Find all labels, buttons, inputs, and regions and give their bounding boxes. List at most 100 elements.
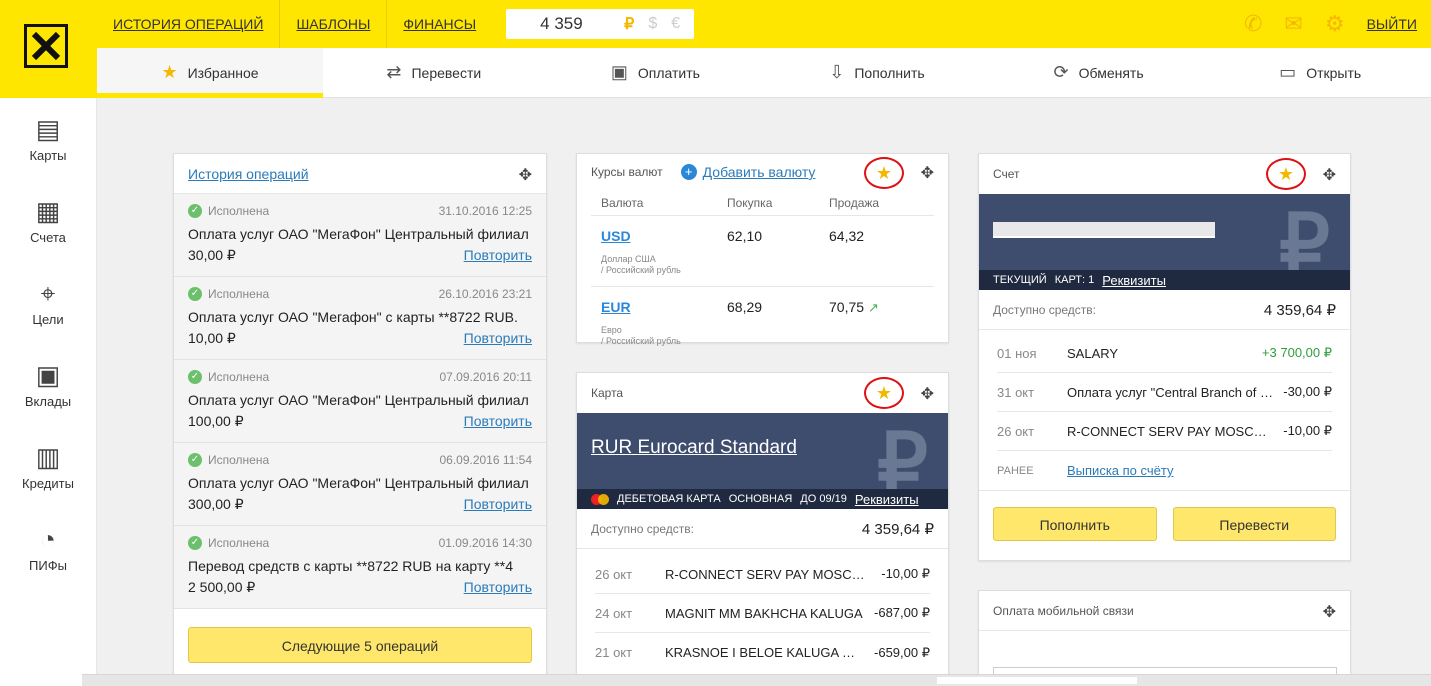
transaction-row[interactable]: 24 окт MAGNIT MM BAKHCHA KALUGA -687,00 ₽ (595, 594, 930, 633)
action-favorites[interactable]: ★ Избранное (97, 48, 323, 98)
action-topup[interactable]: ⇩ Пополнить (766, 48, 988, 97)
account-available: Доступно средств: 4 359,64 ₽ (979, 290, 1350, 330)
history-title-link[interactable]: История операций (188, 166, 309, 182)
available-label: Доступно средств: (993, 302, 1096, 317)
repeat-link[interactable]: Повторить (464, 496, 532, 513)
history-description: Оплата услуг ОАО "Мегафон" с карты **872… (188, 309, 518, 325)
history-date: 01.09.2016 14:30 (438, 536, 532, 550)
history-amount: 300,00 ₽ (188, 496, 244, 512)
gear-icon[interactable]: ⚙ (1325, 11, 1345, 37)
scrollbar-thumb[interactable] (937, 677, 1137, 684)
transaction-row[interactable]: 21 окт KRASNOE I BELOE KALUGA RUS -659,00 … (595, 633, 930, 672)
repeat-link[interactable]: Повторить (464, 247, 532, 264)
sidebar-item-accounts[interactable]: ▦ Счета (0, 180, 96, 262)
favorite-star-toggle[interactable]: ★ (864, 377, 904, 409)
action-open[interactable]: ▭ Открыть (1209, 48, 1431, 97)
account-banner[interactable]: ₽ ТЕКУЩИЙ КАРТ: 1 Реквизиты (979, 194, 1350, 290)
safe-icon: ▣ (35, 359, 61, 390)
sidebar-item-cards[interactable]: ▤ Карты (0, 98, 96, 180)
card-info-strip: ДЕБЕТОВАЯ КАРТА ОСНОВНАЯ ДО 09/19 Реквиз… (577, 489, 948, 509)
currency-rub-toggle[interactable]: ₽ (624, 14, 634, 34)
star-icon: ★ (875, 382, 893, 403)
sidebar-item-label: Цели (32, 311, 64, 327)
history-item[interactable]: ✓ Исполнена 06.09.2016 11:54 Оплата услуг … (174, 443, 546, 526)
sidebar-item-credits[interactable]: ▥ Кредиты (0, 426, 96, 508)
balance-box: 4 359 ₽ $ € (506, 9, 695, 39)
next-operations-button[interactable]: Следующие 5 операций (188, 627, 532, 663)
favorite-star-toggle[interactable]: ★ (864, 157, 904, 189)
transaction-row[interactable]: 01 ноя SALARY +3 700,00 ₽ (997, 334, 1332, 373)
currency-eur-toggle[interactable]: € (671, 15, 680, 33)
repeat-link[interactable]: Повторить (464, 413, 532, 430)
sidebar: ▤ Карты ▦ Счета ⌖ Цели ▣ Вклады ▥ Кредит… (0, 98, 97, 686)
tx-amount: -659,00 ₽ (874, 644, 930, 660)
cards-icon: ▤ (35, 113, 61, 144)
history-date: 31.10.2016 12:25 (438, 204, 532, 218)
add-currency-link[interactable]: + Добавить валюту (680, 164, 815, 180)
move-icon[interactable]: ✥ (1323, 602, 1336, 622)
move-icon[interactable]: ✥ (1323, 165, 1336, 185)
action-label: Обменять (1078, 64, 1144, 81)
move-icon[interactable]: ✥ (519, 165, 532, 185)
sidebar-item-funds[interactable]: ◔ ПИФы (0, 508, 96, 590)
history-item[interactable]: ✓ Исполнена 26.10.2016 23:21 Оплата услуг … (174, 277, 546, 360)
account-buttons: Пополнить Перевести (979, 490, 1350, 557)
earlier-label: РАНЕЕ (997, 464, 1034, 477)
topup-icon: ⇩ (829, 62, 845, 82)
tx-name: R-CONNECT SERV PAY MOSCOW (665, 566, 874, 582)
action-transfer[interactable]: ⇄ Перевести (323, 48, 545, 97)
card-expiry: ДО 09/19 (800, 493, 847, 505)
account-details-link[interactable]: Реквизиты (1102, 273, 1166, 288)
sidebar-item-goals[interactable]: ⌖ Цели (0, 262, 96, 344)
credit-icon: ▥ (35, 441, 61, 472)
nav-templates-link[interactable]: ШАБЛОНЫ (280, 0, 388, 48)
tx-amount: +3 700,00 ₽ (1261, 345, 1332, 360)
action-label: Оплатить (637, 64, 700, 81)
topup-button[interactable]: Пополнить (993, 507, 1157, 541)
favorite-star-toggle[interactable]: ★ (1266, 158, 1306, 190)
transaction-row[interactable]: 26 окт R-CONNECT SERV PAY MOSCOW -10,00 ₽ (595, 555, 930, 594)
repeat-link[interactable]: Повторить (464, 330, 532, 347)
history-item[interactable]: ✓ Исполнена 31.10.2016 12:25 Оплата услуг … (174, 194, 546, 277)
history-item[interactable]: ✓ Исполнена 07.09.2016 20:11 Оплата услуг … (174, 360, 546, 443)
balance-amount: 4 359 (540, 14, 583, 33)
mobile-title: Оплата мобильной связи (993, 603, 1134, 618)
transfer-button[interactable]: Перевести (1172, 507, 1336, 541)
horizontal-scrollbar[interactable] (82, 674, 1431, 686)
col-currency: Валюта (601, 195, 644, 210)
sidebar-item-deposits[interactable]: ▣ Вклады (0, 344, 96, 426)
nav-finance-link[interactable]: ФИНАНСЫ (387, 0, 492, 48)
history-item[interactable]: ✓ Исполнена 01.09.2016 14:30 Перевод средс… (174, 526, 546, 609)
action-exchange[interactable]: ⟳ Обменять (988, 48, 1210, 97)
statement-link[interactable]: Выписка по счёту (1067, 463, 1173, 478)
currency-usd-toggle[interactable]: $ (648, 15, 657, 33)
account-transactions: 01 ноя SALARY +3 700,00 ₽ 31 окт Оплата усл… (979, 330, 1350, 490)
sidebar-item-label: Вклады (24, 393, 72, 409)
transaction-row[interactable]: 31 окт Оплата услуг "Central Branch of PJ… (997, 373, 1332, 412)
currency-code[interactable]: EUR (601, 299, 727, 315)
currency-code[interactable]: USD (601, 228, 727, 244)
history-description: Оплата услуг ОАО "МегаФон" Центральный ф… (188, 475, 529, 491)
mobile-payment-widget: Оплата мобильной связи ✥ (978, 590, 1351, 686)
history-status: Исполнена (208, 453, 270, 467)
mail-icon[interactable]: ✉ (1284, 11, 1302, 37)
tx-date: 26 окт (997, 423, 1035, 439)
tx-amount: -30,00 ₽ (1283, 384, 1332, 399)
move-icon[interactable]: ✥ (921, 163, 934, 183)
exit-link[interactable]: ВЫЙТИ (1367, 16, 1417, 32)
transaction-row[interactable]: 26 окт R-CONNECT SERV PAY MOSCOW -10,00 ₽ (997, 412, 1332, 451)
card-details-link[interactable]: Реквизиты (855, 492, 919, 507)
history-description: Оплата услуг ОАО "МегаФон" Центральный ф… (188, 226, 529, 242)
phone-icon[interactable]: ✆ (1244, 11, 1262, 37)
tx-date: 24 окт (595, 605, 633, 621)
rates-row: EUR Евро / Российский рубль 68,29 70,75 ↗ (591, 287, 934, 358)
repeat-link[interactable]: Повторить (464, 579, 532, 596)
card-name[interactable]: RUR Eurocard Standard (591, 437, 797, 459)
check-icon: ✓ (188, 453, 202, 467)
bank-logo[interactable] (24, 24, 68, 68)
move-icon[interactable]: ✥ (921, 384, 934, 404)
nav-history-link[interactable]: ИСТОРИЯ ОПЕРАЦИЙ (97, 0, 281, 48)
action-pay[interactable]: ▣ Оплатить (545, 48, 767, 97)
currency-name: Евро (601, 325, 622, 335)
card-banner[interactable]: ₽ RUR Eurocard Standard ДЕБЕТОВАЯ КАРТА … (577, 413, 948, 509)
